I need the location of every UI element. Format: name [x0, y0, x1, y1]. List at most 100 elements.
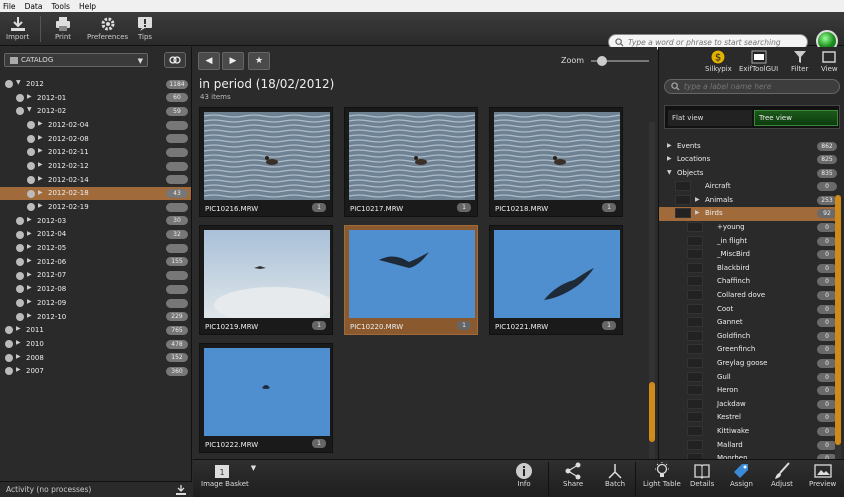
thumbnail[interactable]: PIC10217.MRW 1 [344, 107, 478, 217]
label-item[interactable]: _in flight 0 [659, 234, 839, 248]
label-item[interactable]: _MiscBird 0 [659, 248, 839, 262]
thumbnail[interactable]: PIC10221.MRW 1 [489, 225, 623, 335]
label-checkbox[interactable] [675, 208, 691, 219]
chevron-right-icon[interactable]: ▶ [16, 325, 21, 332]
label-checkbox[interactable] [687, 439, 703, 450]
checkbox-icon[interactable] [27, 175, 35, 184]
print-button[interactable]: Print [54, 16, 72, 44]
checkbox-icon[interactable] [27, 189, 35, 198]
label-checkbox[interactable] [675, 181, 691, 192]
tab-flat-view[interactable]: Flat view [668, 110, 752, 126]
tree-item[interactable]: ▶ 2012-02-19 [0, 200, 191, 214]
tab-tree-view[interactable]: Tree view [754, 110, 838, 126]
tree-item[interactable]: ▶ 2012-10 229 [0, 310, 191, 324]
label-checkbox[interactable] [687, 249, 703, 260]
details-button[interactable]: Details [690, 462, 714, 488]
tree-item[interactable]: ▶ 2012-08 [0, 282, 191, 296]
checkbox-icon[interactable] [5, 353, 13, 362]
labels-scrollbar-thumb[interactable] [835, 195, 841, 445]
label-checkbox[interactable] [687, 303, 703, 314]
label-item[interactable]: Mallard 0 [659, 438, 839, 452]
checkbox-icon[interactable] [27, 203, 35, 212]
batch-button[interactable]: Batch [605, 462, 625, 488]
chevron-right-icon[interactable]: ▶ [38, 161, 43, 168]
label-item[interactable]: Kestrel 0 [659, 411, 839, 425]
chevron-down-icon[interactable]: ▼ [27, 106, 32, 113]
chevron-right-icon[interactable]: ▶ [27, 93, 32, 100]
menu-data[interactable]: Data [25, 2, 43, 11]
share-button[interactable]: Share [563, 462, 583, 488]
preview-button[interactable]: Preview [809, 462, 836, 488]
checkbox-icon[interactable] [16, 244, 24, 253]
label-item[interactable]: Aircraft 0 [659, 180, 839, 194]
chevron-right-icon[interactable]: ▶ [27, 243, 32, 250]
image-basket-button[interactable]: 1 Image Basket ▼ [201, 462, 256, 488]
view-button[interactable]: View [821, 49, 838, 73]
label-item[interactable]: Goldfinch 0 [659, 329, 839, 343]
checkbox-icon[interactable] [16, 230, 24, 239]
checkbox-icon[interactable] [27, 148, 35, 157]
label-item[interactable]: Greylag goose 0 [659, 357, 839, 371]
label-item[interactable]: +young 0 [659, 221, 839, 235]
tree-item[interactable]: ▶ 2012-01 60 [0, 91, 191, 105]
label-checkbox[interactable] [687, 330, 703, 341]
tree-item[interactable]: ▶ 2012-04 32 [0, 228, 191, 242]
chevron-right-icon[interactable]: ▶ [695, 196, 700, 203]
checkbox-icon[interactable] [5, 340, 13, 349]
chevron-right-icon[interactable]: ▶ [27, 257, 32, 264]
adjust-button[interactable]: Adjust [771, 462, 793, 488]
catalog-selector[interactable]: CATALOG ▼ [4, 53, 148, 67]
label-checkbox[interactable] [687, 425, 703, 436]
tree-item[interactable]: ▶ 2012-06 155 [0, 255, 191, 269]
tree-item[interactable]: ▶ 2012-02-14 [0, 173, 191, 187]
preferences-button[interactable]: Preferences [87, 16, 128, 44]
label-checkbox[interactable] [687, 398, 703, 409]
label-checkbox[interactable] [687, 262, 703, 273]
checkbox-icon[interactable] [5, 80, 13, 88]
chevron-right-icon[interactable]: ▶ [27, 284, 32, 291]
chevron-right-icon[interactable]: ▶ [667, 142, 672, 149]
chevron-right-icon[interactable]: ▶ [38, 147, 43, 154]
chevron-right-icon[interactable]: ▶ [667, 155, 672, 162]
label-checkbox[interactable] [687, 235, 703, 246]
chevron-right-icon[interactable]: ▶ [38, 120, 43, 127]
checkbox-icon[interactable] [16, 93, 24, 102]
tree-item[interactable]: ▶ 2012-05 [0, 241, 191, 255]
zoom-slider-handle[interactable] [597, 56, 607, 66]
chevron-right-icon[interactable]: ▶ [27, 312, 32, 319]
tree-item[interactable]: ▶ 2007 360 [0, 364, 191, 378]
label-item[interactable]: Jackdaw 0 [659, 397, 839, 411]
tree-item[interactable]: ▶ 2012-02-12 [0, 159, 191, 173]
checkbox-icon[interactable] [27, 121, 35, 130]
label-item[interactable]: Chaffinch 0 [659, 275, 839, 289]
filter-button[interactable]: Filter [791, 49, 808, 73]
label-checkbox[interactable] [687, 412, 703, 423]
checkbox-icon[interactable] [27, 162, 35, 171]
tree-item[interactable]: ▶ 2012-02-18 43 [0, 186, 191, 201]
chevron-right-icon[interactable]: ▶ [16, 339, 21, 346]
tree-item[interactable]: ▶ 2012-03 30 [0, 214, 191, 228]
tree-item[interactable]: ▶ 2010 478 [0, 337, 191, 351]
label-checkbox[interactable] [687, 371, 703, 382]
export-icon[interactable] [176, 485, 186, 495]
search-input[interactable] [628, 37, 798, 47]
chevron-right-icon[interactable]: ▶ [27, 271, 32, 278]
exiftool-button[interactable]: ExifToolGUI [739, 49, 778, 73]
assign-button[interactable]: Assign [730, 462, 753, 488]
label-item[interactable]: ▶ Birds 92 [659, 206, 839, 221]
tree-item[interactable]: ▶ 2012-02-08 [0, 132, 191, 146]
chevron-right-icon[interactable]: ▶ [38, 175, 43, 182]
chevron-right-icon[interactable]: ▶ [695, 209, 700, 216]
tree-item[interactable]: ▶ 2012-02-04 [0, 118, 191, 132]
tree-item[interactable]: ▶ 2012-09 [0, 296, 191, 310]
checkbox-icon[interactable] [5, 367, 13, 376]
label-item[interactable]: Coot 0 [659, 302, 839, 316]
thumbnail[interactable]: PIC10218.MRW 1 [489, 107, 623, 217]
menu-file[interactable]: File [3, 2, 16, 11]
label-item[interactable]: ▶ Animals 253 [659, 193, 839, 207]
label-item[interactable]: Gull 0 [659, 370, 839, 384]
checkbox-icon[interactable] [16, 312, 24, 321]
menu-tools[interactable]: Tools [51, 2, 69, 11]
tree-item[interactable]: ▶ 2012-07 [0, 269, 191, 283]
label-checkbox[interactable] [687, 385, 703, 396]
